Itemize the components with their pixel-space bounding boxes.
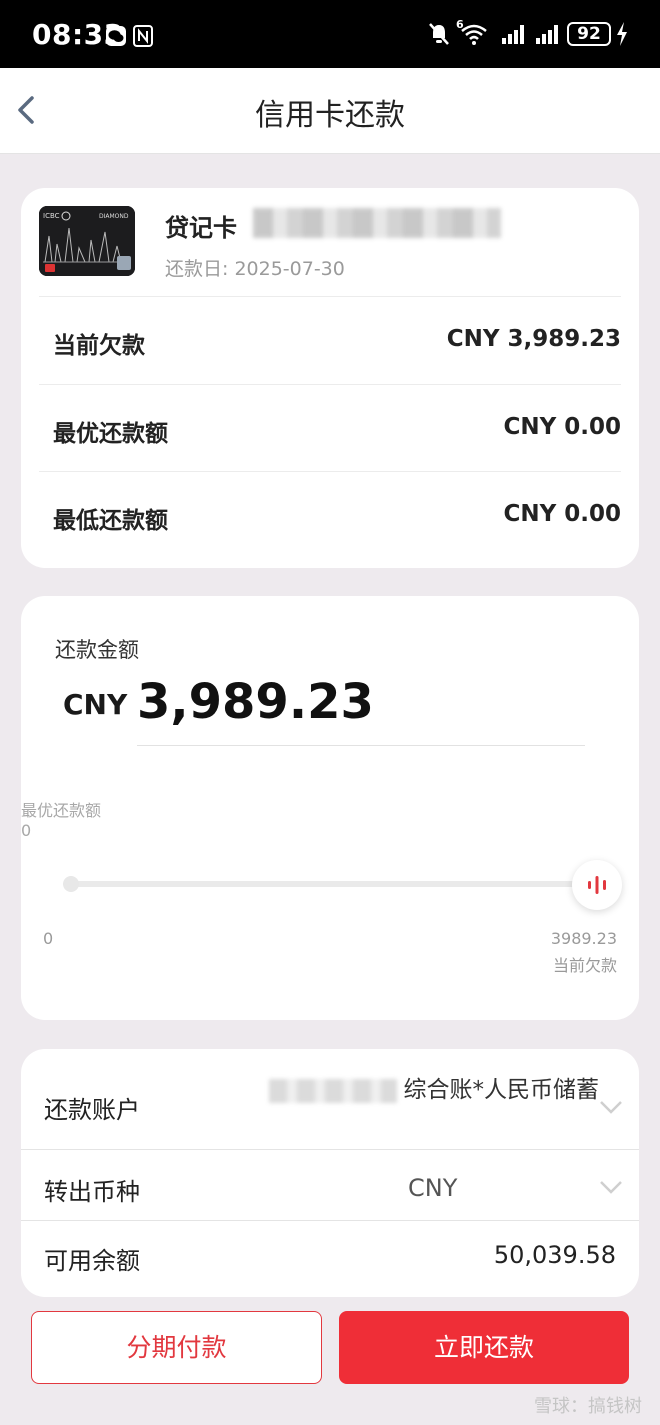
slider-max-caption: 当前欠款 <box>552 956 617 975</box>
current-debt-value: CNY 3,989.23 <box>446 326 621 352</box>
balance-label: 可用余额 <box>44 1247 140 1275</box>
slider-min-label: 0 <box>43 929 54 948</box>
slider-grip-icon <box>588 876 606 894</box>
repay-account-row[interactable]: 还款账户 综合账*人民币储蓄 <box>21 1049 639 1150</box>
wifi-icon <box>461 24 487 45</box>
amount-underline <box>137 745 585 746</box>
battery-level: 92 <box>577 24 601 44</box>
repay-amount-label: 还款金额 <box>55 638 139 662</box>
mute-bell-icon <box>429 23 449 45</box>
amount-currency: CNY <box>63 688 128 721</box>
best-repay-value: CNY 0.00 <box>503 414 621 440</box>
nav-bar: 信用卡还款 <box>0 68 660 154</box>
due-date: 还款日: 2025-07-30 <box>165 258 345 280</box>
masked-account-number <box>269 1079 397 1103</box>
best-repay-tip-value: 0 <box>21 821 32 840</box>
balance-row: 可用余额 50,039.58 <box>21 1221 639 1297</box>
charging-icon <box>617 22 627 46</box>
repay-amount-input[interactable]: 3,989.23 <box>137 674 374 730</box>
slider-min-dot <box>63 876 79 892</box>
wechat-icon <box>106 26 126 46</box>
repay-now-button[interactable]: 立即还款 <box>339 1311 629 1384</box>
battery-indicator: 92 <box>567 22 611 46</box>
installment-button[interactable]: 分期付款 <box>31 1311 322 1384</box>
status-bar: 08:33 6 92 <box>0 0 660 68</box>
best-repay-row: 最优还款额 CNY 0.00 <box>39 384 621 472</box>
currency-value: CNY <box>408 1174 458 1202</box>
amount-slider-handle[interactable] <box>572 860 622 910</box>
page-title: 信用卡还款 <box>255 98 405 133</box>
credit-card-art: ICBC DIAMOND <box>39 206 135 276</box>
repay-amount-panel: 还款金额 CNY 3,989.23 最优还款额 0 0 3989.23 当前欠款 <box>21 596 639 1020</box>
amount-slider-track[interactable] <box>71 881 583 887</box>
masked-card-number <box>253 208 501 238</box>
balance-value: 50,039.58 <box>493 1241 616 1269</box>
signal-1-icon <box>502 25 524 44</box>
account-panel: 还款账户 综合账*人民币储蓄 转出币种 CNY 可用余额 50,039.58 <box>21 1049 639 1297</box>
currency-row[interactable]: 转出币种 CNY <box>21 1150 639 1221</box>
chevron-down-icon[interactable] <box>599 1179 623 1195</box>
min-repay-value: CNY 0.00 <box>503 501 621 527</box>
card-summary-panel: ICBC DIAMOND 贷记卡 还款日: 2025-07-30 当前欠款 CN… <box>21 188 639 568</box>
min-repay-label: 最低还款额 <box>53 508 168 534</box>
currency-label: 转出币种 <box>44 1178 140 1206</box>
current-debt-row: 当前欠款 CNY 3,989.23 <box>39 296 621 384</box>
min-repay-row: 最低还款额 CNY 0.00 <box>39 471 621 559</box>
chevron-down-icon[interactable] <box>599 1099 623 1115</box>
card-brand-text: ICBC <box>43 212 60 220</box>
repay-account-value: 综合账*人民币储蓄 <box>403 1077 600 1103</box>
watermark: 雪球：搞钱树 <box>534 1396 642 1417</box>
slider-max-label: 3989.23 <box>550 929 617 948</box>
card-name: 贷记卡 <box>165 214 237 242</box>
current-debt-label: 当前欠款 <box>53 333 145 359</box>
credit-card-image: ICBC DIAMOND <box>39 206 135 276</box>
best-repay-label: 最优还款额 <box>53 421 168 447</box>
repay-account-label: 还款账户 <box>44 1096 140 1124</box>
nfc-icon <box>133 25 153 47</box>
signal-2-icon <box>536 25 558 44</box>
card-series-text: DIAMOND <box>99 213 129 220</box>
best-repay-tip-label: 最优还款额 <box>21 801 102 820</box>
